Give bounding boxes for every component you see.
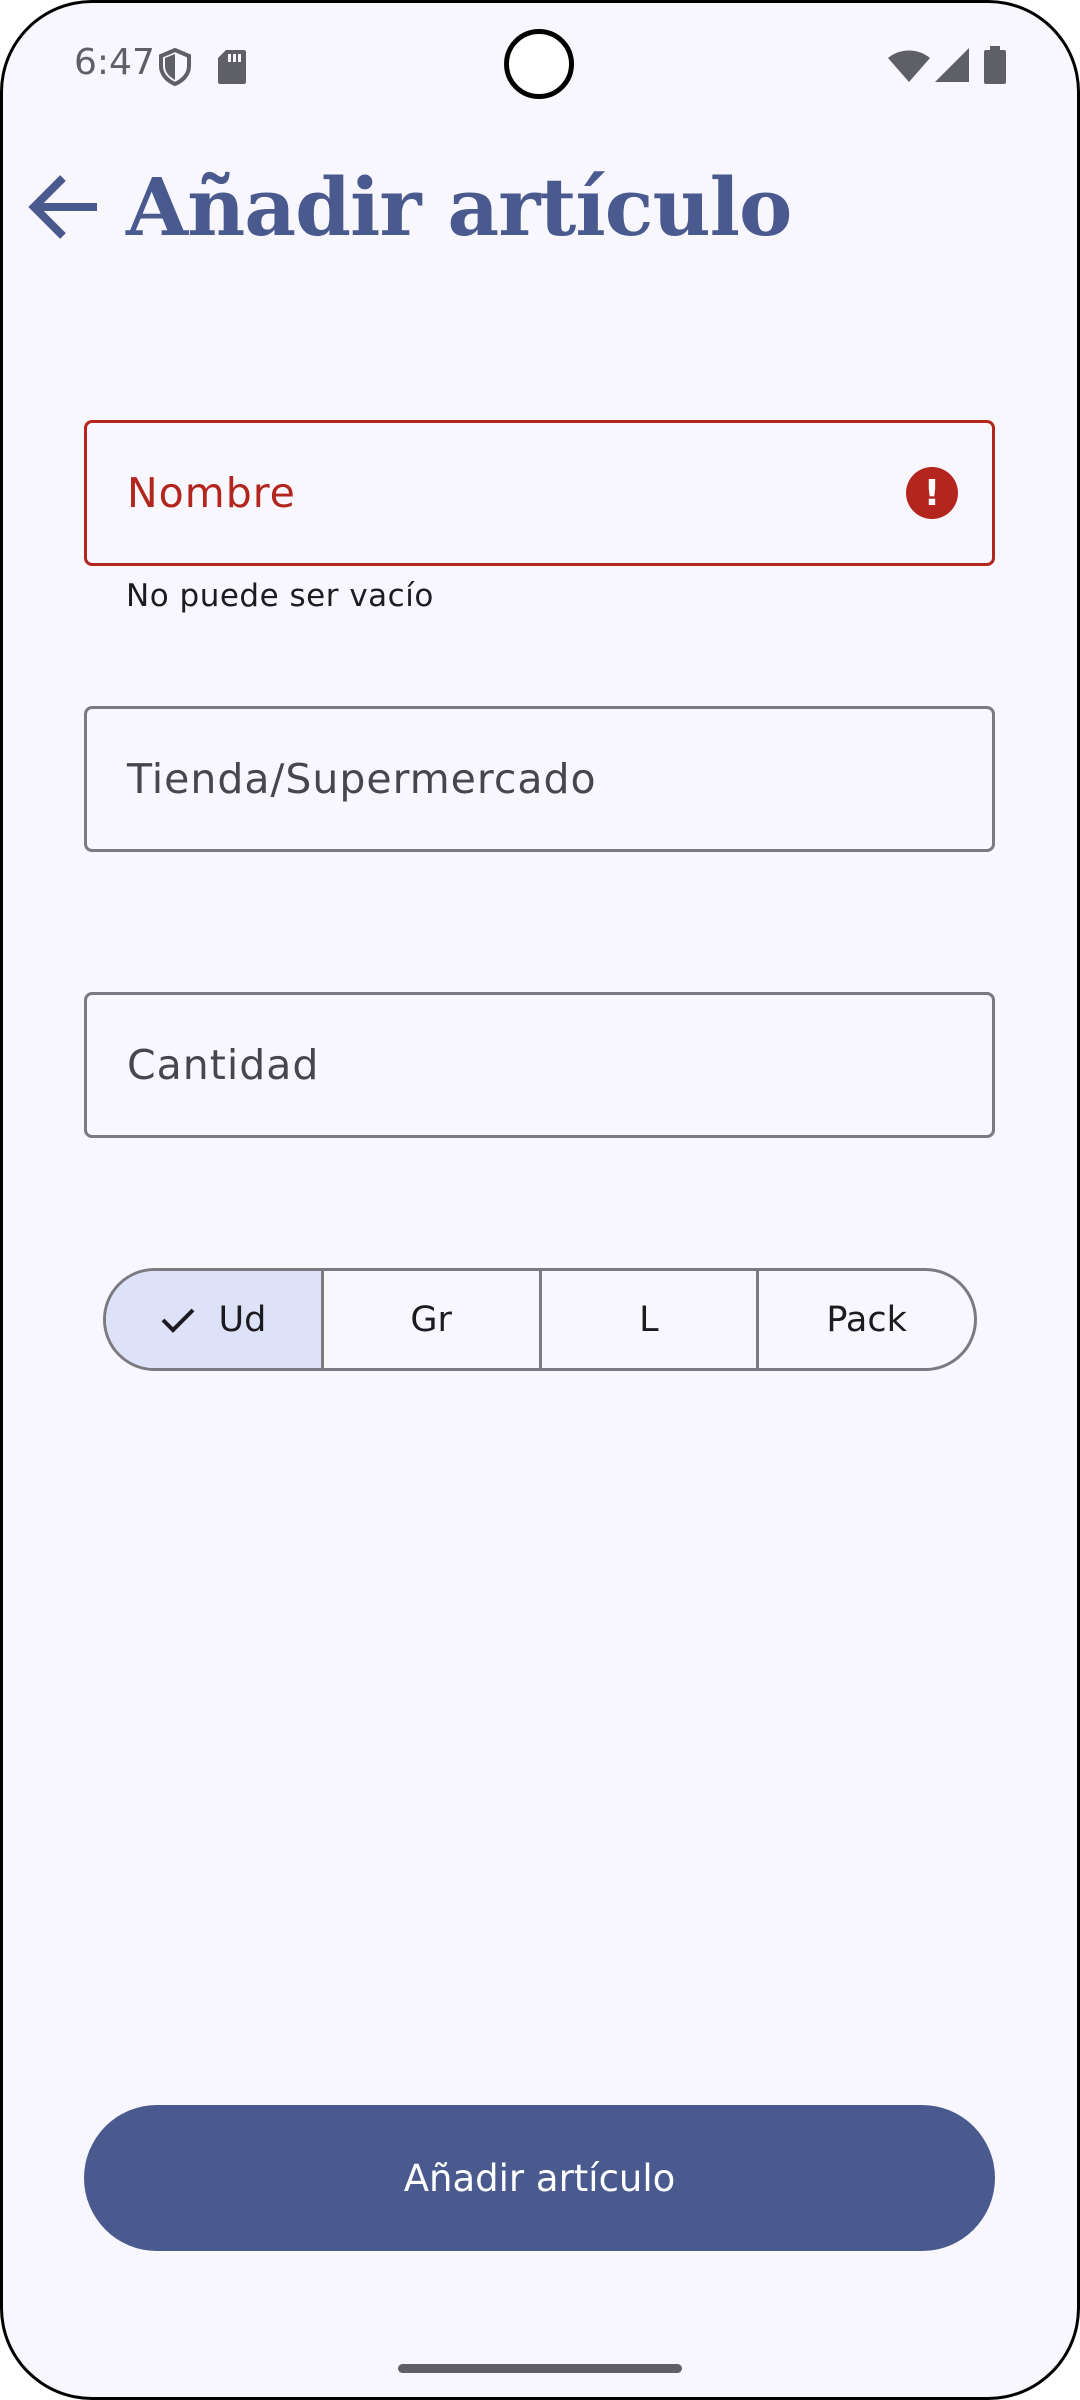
unit-option-l[interactable]: L (538, 1271, 757, 1368)
signal-icon (935, 48, 969, 86)
shield-icon (158, 47, 192, 90)
unit-option-gr[interactable]: Gr (320, 1271, 539, 1368)
unit-option-ud[interactable]: Ud (106, 1271, 321, 1368)
add-item-button[interactable]: Añadir artículo (84, 2105, 995, 2251)
name-field[interactable]: Nombre ! (84, 420, 995, 566)
store-field-label: Tienda/Supermercado (127, 755, 597, 803)
back-button[interactable] (22, 165, 106, 249)
store-field[interactable]: Tienda/Supermercado (84, 706, 995, 852)
battery-icon (984, 46, 1006, 88)
error-icon: ! (906, 467, 958, 519)
app-screen: 6:47 Añadir artículo Nombre ! No puede s… (0, 0, 1080, 2400)
status-time: 6:47 (74, 42, 155, 83)
unit-option-label: Ud (218, 1299, 267, 1340)
quantity-field-label: Cantidad (127, 1041, 320, 1089)
unit-option-pack[interactable]: Pack (756, 1271, 974, 1368)
check-icon (162, 1308, 195, 1333)
unit-option-label: Pack (826, 1299, 907, 1340)
unit-option-label: L (639, 1299, 659, 1340)
arrow-back-icon (28, 175, 97, 239)
quantity-field[interactable]: Cantidad (84, 992, 995, 1138)
unit-segmented-button: Ud Gr L Pack (103, 1268, 977, 1371)
sd-card-icon (218, 50, 246, 88)
name-field-label: Nombre (127, 469, 296, 517)
home-indicator[interactable] (398, 2364, 682, 2373)
name-error-text: No puede ser vacío (126, 578, 434, 614)
unit-option-label: Gr (410, 1299, 452, 1340)
front-camera (504, 29, 574, 99)
wifi-icon (888, 50, 930, 86)
page-title: Añadir artículo (126, 160, 792, 254)
